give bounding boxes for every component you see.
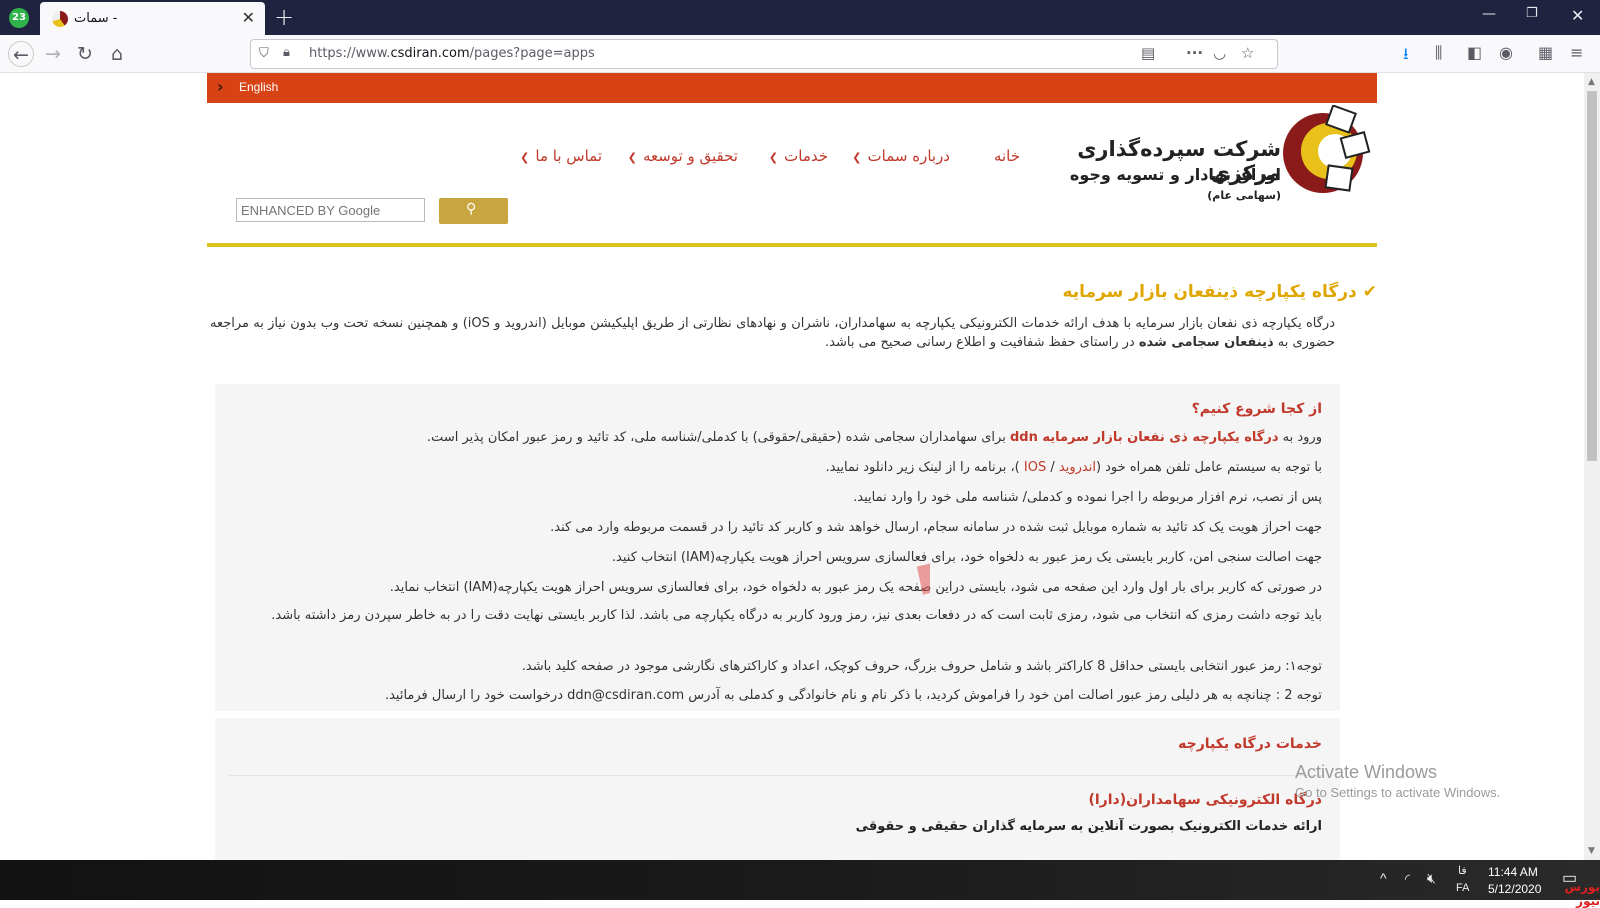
ios-link[interactable]: IOS [1024, 460, 1046, 475]
chevron-down-icon: ❯ [852, 151, 862, 164]
site-logo[interactable]: شرکت سپرده‌گذاری مرکزی اوراق بهادار و تس… [1053, 105, 1373, 202]
step-7: باید توجه داشت رمزی که انتخاب می شود، رم… [271, 608, 1322, 623]
sidebar-icon[interactable]: ◧ [1467, 43, 1482, 62]
downloads-icon[interactable]: ⭳ [1403, 43, 1409, 70]
windows-taskbar: ^ ◜ 🔇︎ فا FA 11:44 AM 5/12/2020 بورس نیو… [0, 860, 1600, 908]
tab-close-icon[interactable]: ✕ [242, 8, 255, 27]
forward-arrow-icon[interactable]: → [40, 41, 66, 67]
clock-time[interactable]: 11:44 AM [1488, 865, 1538, 879]
scrollbar-thumb[interactable] [1587, 91, 1597, 461]
dara-description: ارائه خدمات الکترونیک بصورت آنلاین به سر… [855, 819, 1322, 834]
language-indicator-en[interactable]: FA [1456, 882, 1469, 894]
language-indicator-fa[interactable]: فا [1458, 864, 1467, 877]
step-1: ورود به درگاه یکپارچه ذی نفعان بازار سرم… [426, 430, 1322, 445]
activate-windows-notice: Activate Windows Go to Settings to activ… [1295, 762, 1500, 800]
lock-icon[interactable]: 🔒︎ [283, 45, 290, 60]
chevron-down-icon: ❯ [520, 151, 530, 164]
bookmark-star-icon[interactable]: ☆ [1241, 44, 1254, 62]
search-button[interactable]: ⚲ [439, 198, 508, 224]
browser-tab-bar: 23 سمات - ✕ + — ❐ ✕ [0, 0, 1600, 35]
search-icon: ⚲ [466, 201, 477, 217]
getting-started-heading: از کجا شروع کنیم؟ [1191, 401, 1322, 417]
clock-date[interactable]: 5/12/2020 [1488, 882, 1541, 896]
reader-view-icon[interactable]: ▤ [1141, 44, 1155, 62]
ddn-portal-link[interactable]: درگاه یکپارچه ذی نفعان بازار سرمایه ddn [1010, 430, 1279, 445]
support-email-link[interactable]: ddn@csdiran.com [567, 688, 684, 703]
note-2: توجه 2 : چنانچه به هر دلیلی رمز عبور اصا… [384, 688, 1322, 703]
menu-item-contact[interactable]: تماس با ما❯ [520, 147, 602, 165]
menu-item-services[interactable]: خدمات❯ [769, 147, 828, 165]
scroll-up-icon[interactable]: ▲ [1588, 77, 1595, 87]
browser-tab[interactable]: سمات - ✕ [40, 2, 265, 35]
account-icon[interactable]: ◉ [1499, 43, 1513, 62]
google-search-box[interactable] [236, 198, 425, 222]
intro-paragraph: درگاه یکپارچه ذی نفعان بازار سرمایه با ه… [210, 316, 1335, 350]
pocket-icon[interactable]: ◡ [1213, 44, 1226, 62]
page-viewport: › English شرکت سپرده‌گذاری مرکزی اوراق ب… [0, 73, 1584, 860]
url-text[interactable]: https://www.csdiran.com/pages?page=apps [309, 46, 595, 61]
extensions-icon[interactable]: ▦ [1538, 43, 1553, 62]
services-heading: خدمات درگاه یکپارچه [1178, 736, 1322, 752]
getting-started-panel: از کجا شروع کنیم؟ ورود به درگاه یکپارچه … [215, 384, 1340, 711]
url-bar[interactable]: ⛉ 🔒︎ https://www.csdiran.com/pages?page=… [250, 39, 1278, 69]
library-icon[interactable]: ⫼ [1435, 43, 1442, 63]
main-menu: خانه درباره سمات❯ خدمات❯ تحقیق و توسعه❯ … [500, 147, 1040, 171]
step-5: جهت اصالت سنجی امن، کاربر بایستی یک رمز … [611, 550, 1322, 565]
tracking-shield-icon[interactable]: ⛉ [259, 46, 269, 61]
reload-icon[interactable]: ↻ [72, 41, 98, 67]
step-6: در صورتی که کاربر برای بار اول وارد این … [389, 580, 1322, 595]
note-1: توجه۱: رمز عبور انتخابی بایستی حداقل 8 ک… [521, 659, 1322, 674]
browser-nav-bar: ← → ↻ ⌂ ⛉ 🔒︎ https://www.csdiran.com/pag… [0, 35, 1600, 73]
tray-chevron-up-icon[interactable]: ^ [1380, 870, 1387, 886]
activate-title: Activate Windows [1295, 762, 1438, 782]
notification-icon[interactable]: ▭ [1562, 868, 1577, 888]
check-icon: ✔ [1362, 282, 1377, 302]
step-3: پس از نصب، نرم افزار مربوطه را اجرا نمود… [853, 490, 1322, 505]
activate-subtitle: Go to Settings to activate Windows. [1295, 785, 1501, 800]
menu-item-about[interactable]: درباره سمات❯ [852, 147, 950, 165]
chevron-down-icon: ❯ [768, 151, 779, 164]
header-divider [207, 243, 1377, 247]
new-tab-plus-icon[interactable]: + [274, 3, 294, 31]
whatsapp-badge-icon[interactable]: 23 [9, 8, 29, 28]
volume-muted-icon[interactable]: 🔇︎ [1427, 870, 1436, 887]
home-icon[interactable]: ⌂ [104, 41, 130, 67]
search-input[interactable] [237, 199, 424, 221]
vertical-scrollbar[interactable]: ▲ ▼ [1584, 73, 1600, 860]
english-language-link[interactable]: English [239, 80, 278, 94]
step-2: با توجه به سیستم عامل تلفن همراه خود (ان… [825, 460, 1322, 475]
chevron-down-icon: ❯ [627, 151, 637, 164]
chevron-right-icon: › [217, 77, 224, 96]
menu-item-home[interactable]: خانه [994, 147, 1020, 165]
android-link[interactable]: اندروید [1059, 460, 1096, 475]
site-favicon-icon [52, 11, 68, 27]
dara-heading[interactable]: درگاه الکترونیکی سهامداران(دارا) [1088, 792, 1322, 808]
services-panel: خدمات درگاه یکپارچه درگاه الکترونیکی سها… [215, 718, 1340, 860]
tab-title: سمات - [74, 11, 118, 26]
page-title: ✔درگاه یکپارچه ذینفعان بازار سرمایه [1062, 282, 1377, 302]
csdi-logo-mark-icon [1283, 105, 1371, 193]
restore-icon[interactable]: ❐ [1526, 6, 1538, 21]
back-arrow-icon[interactable]: ← [8, 41, 34, 67]
minimize-icon[interactable]: — [1482, 6, 1496, 22]
network-icon[interactable]: ◜ [1405, 871, 1410, 887]
page-actions-icon[interactable]: ··· [1186, 44, 1203, 62]
menu-hamburger-icon[interactable]: ≡ [1570, 43, 1583, 62]
scroll-down-icon[interactable]: ▼ [1588, 846, 1595, 856]
services-divider [229, 775, 1325, 776]
menu-item-research[interactable]: تحقیق و توسعه❯ [628, 147, 738, 165]
language-bar: › English [207, 73, 1377, 103]
window-close-icon[interactable]: ✕ [1571, 6, 1584, 25]
logo-title-line2: اوراق بهادار و تسویه وجوه (سهامی عام) [1069, 165, 1281, 202]
step-4: جهت احراز هویت یک کد تائید به شماره موبا… [550, 520, 1322, 535]
